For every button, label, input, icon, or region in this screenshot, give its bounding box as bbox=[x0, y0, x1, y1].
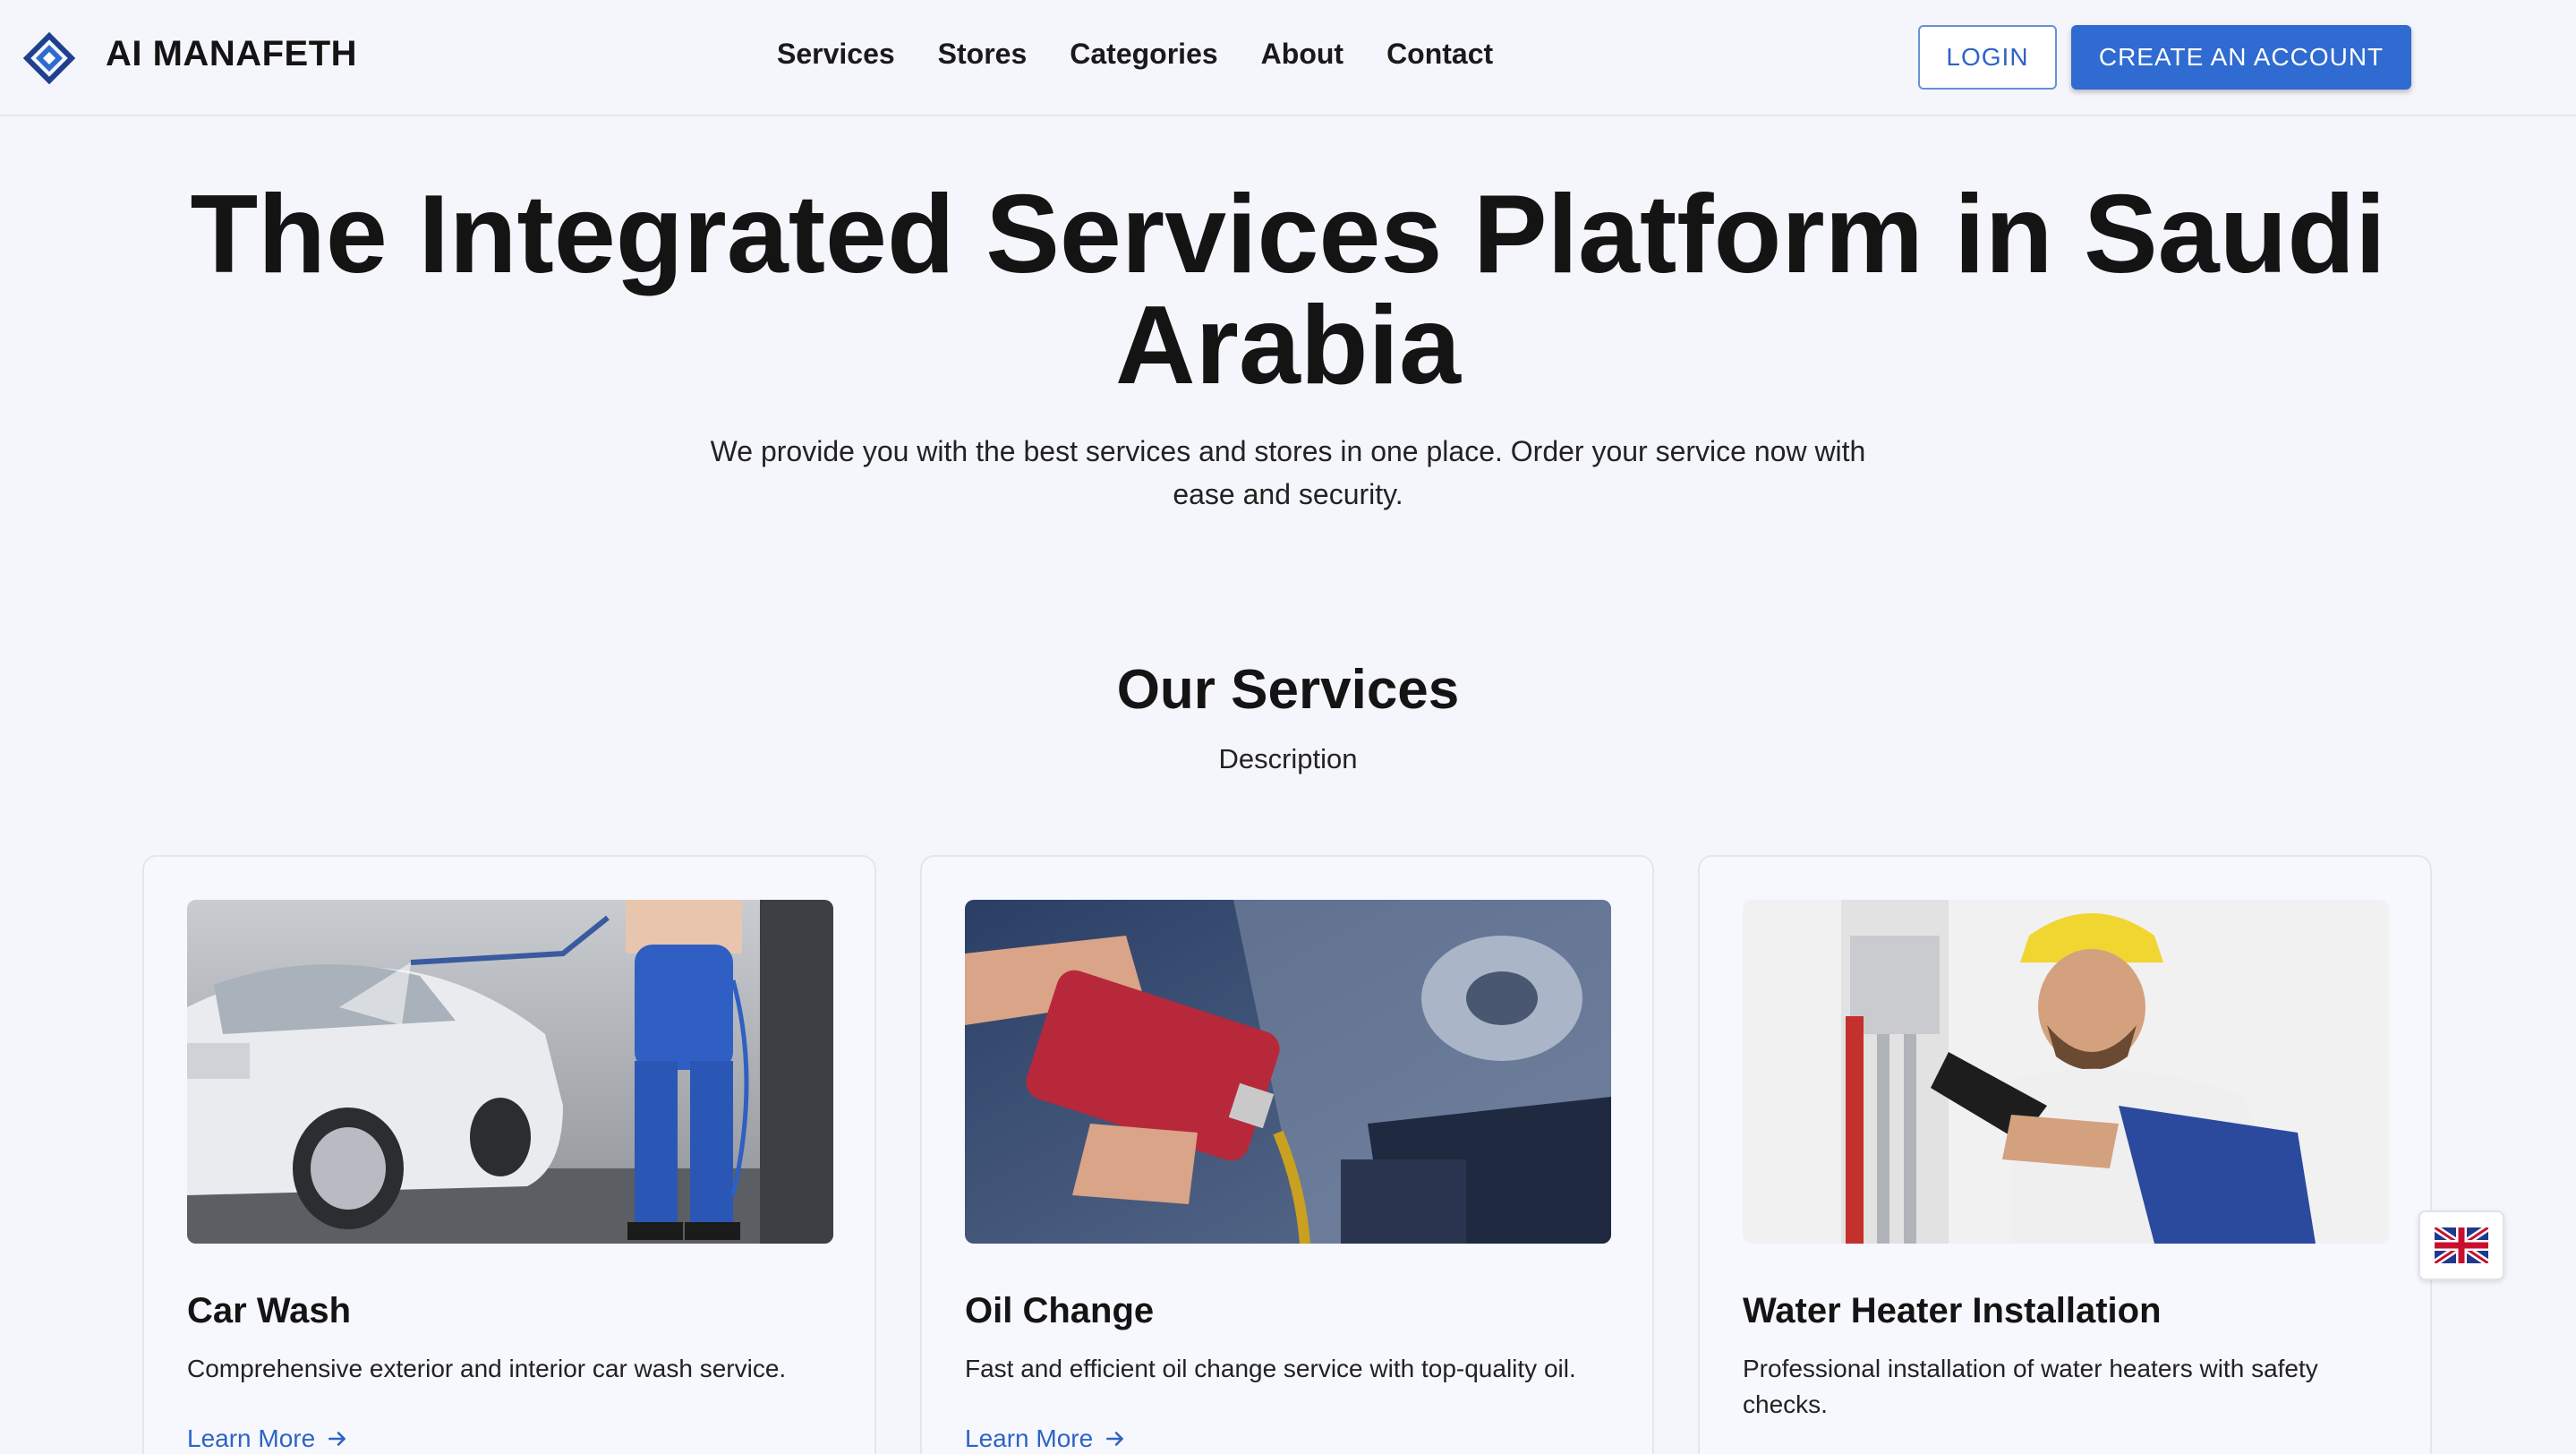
service-card-car-wash[interactable]: Car Wash Comprehensive exterior and inte… bbox=[142, 855, 876, 1454]
hero-subtitle: We provide you with the best services an… bbox=[710, 435, 1866, 510]
car-wash-image bbox=[187, 900, 833, 1244]
card-description: Comprehensive exterior and interior car … bbox=[187, 1355, 787, 1382]
nav-contact[interactable]: Contact bbox=[1386, 38, 1493, 71]
card-title: Oil Change bbox=[965, 1291, 1155, 1330]
learn-more-label: Learn More bbox=[187, 1424, 316, 1452]
nav-stores[interactable]: Stores bbox=[938, 38, 1028, 71]
water-heater-installation-image bbox=[1743, 900, 2389, 1244]
login-button[interactable]: LOGIN bbox=[1918, 25, 2057, 90]
brand-logo-icon[interactable] bbox=[22, 31, 76, 85]
card-title: Car Wash bbox=[187, 1291, 352, 1330]
nav-about[interactable]: About bbox=[1261, 38, 1343, 71]
arrow-right-icon bbox=[1106, 1432, 1124, 1446]
create-account-button[interactable]: CREATE AN ACCOUNT bbox=[2071, 25, 2411, 90]
language-switcher-button[interactable] bbox=[2418, 1210, 2504, 1280]
card-description: Fast and efficient oil change service wi… bbox=[965, 1355, 1576, 1382]
main-nav: Services Stores Categories About Contact bbox=[777, 38, 1493, 71]
service-card-water-heater-installation[interactable]: Water Heater Installation Professional i… bbox=[1698, 855, 2432, 1454]
learn-more-label: Learn More bbox=[965, 1424, 1094, 1452]
uk-flag-icon bbox=[2435, 1227, 2488, 1263]
card-title: Water Heater Installation bbox=[1743, 1291, 2162, 1330]
learn-more-link[interactable]: Learn More bbox=[187, 1424, 349, 1453]
hero-title: The Integrated Services Platform in Saud… bbox=[190, 173, 2386, 407]
learn-more-link[interactable]: Learn More bbox=[965, 1424, 1127, 1453]
nav-categories[interactable]: Categories bbox=[1070, 38, 1217, 71]
brand-name[interactable]: AI MANAFETH bbox=[106, 34, 357, 74]
services-section-description: Description bbox=[1218, 743, 1358, 774]
oil-change-image bbox=[965, 900, 1611, 1244]
top-navbar: AI MANAFETH Services Stores Categories A… bbox=[0, 0, 2576, 116]
arrow-right-icon bbox=[328, 1432, 346, 1446]
nav-services[interactable]: Services bbox=[777, 38, 895, 71]
card-description: Professional installation of water heate… bbox=[1743, 1355, 2318, 1418]
services-section-title: Our Services bbox=[1116, 659, 1460, 721]
service-card-oil-change[interactable]: Oil Change Fast and efficient oil change… bbox=[920, 855, 1654, 1454]
